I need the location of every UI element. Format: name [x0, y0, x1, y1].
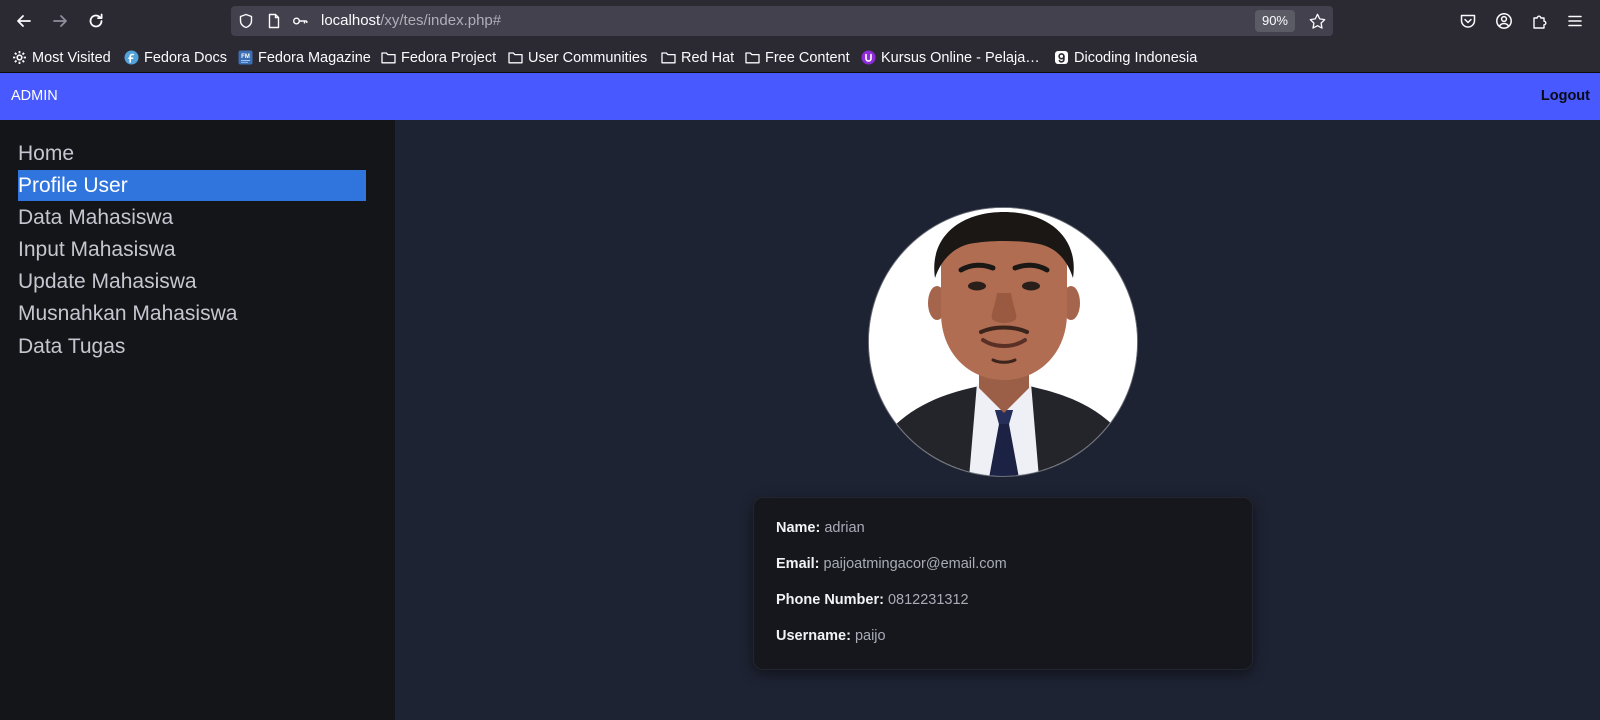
field-label: Phone Number:	[776, 592, 884, 608]
field-label: Username:	[776, 628, 851, 644]
fm-icon: FM	[238, 50, 253, 65]
bookmark-label: Fedora Project	[401, 49, 497, 66]
bookmark-label: Dicoding Indonesia	[1074, 49, 1198, 66]
bookmark-dicoding[interactable]: Dicoding Indonesia	[1054, 48, 1197, 67]
field-value: paijoatmingacor@email.com	[823, 556, 1007, 572]
zoom-indicator[interactable]: 90%	[1254, 10, 1295, 32]
folder-icon	[745, 50, 760, 65]
field-value: 0812231312	[887, 592, 969, 608]
address-bar[interactable]: localhost/xy/tes/index.php# 90%	[231, 6, 1333, 36]
profile-photo	[869, 208, 1137, 476]
sidebar-item-data-mahasiswa[interactable]: Data Mahasiswa	[18, 202, 366, 233]
sidebar-item-musnahkan-mahasiswa[interactable]: Musnahkan Mahasiswa	[18, 298, 366, 329]
extensions-icon[interactable]	[1526, 7, 1554, 35]
sidebar: Home Profile User Data Mahasiswa Input M…	[0, 120, 395, 720]
shield-icon[interactable]	[237, 12, 255, 30]
menu-icon[interactable]	[1561, 7, 1589, 35]
bookmark-most-visited[interactable]: Most Visited	[12, 48, 111, 67]
profile-avatar	[868, 207, 1138, 477]
bookmark-kursus-online[interactable]: Kursus Online - Pelaja…	[861, 48, 1040, 67]
back-icon[interactable]	[10, 7, 38, 35]
fedora-icon	[124, 50, 139, 65]
bookmark-label: Red Hat	[681, 49, 735, 66]
field-value: adrian	[824, 520, 865, 536]
profile-username-row: Username: paijo	[776, 628, 886, 644]
profile-name-row: Name: adrian	[776, 520, 865, 536]
kursus-icon	[861, 50, 876, 65]
forward-icon[interactable]	[46, 7, 74, 35]
dicoding-icon	[1054, 50, 1069, 65]
account-icon[interactable]	[1490, 7, 1518, 35]
main-content: Name: adrian Email: paijoatmingacor@email.…	[395, 120, 1600, 720]
field-label: Name:	[776, 520, 821, 536]
sidebar-item-profile-user[interactable]: Profile User	[18, 170, 366, 201]
bookmark-free-content[interactable]: Free Content	[745, 48, 850, 67]
top-navbar: ADMIN Logout	[0, 73, 1600, 120]
bookmark-label: Most Visited	[32, 49, 111, 66]
field-value: paijo	[854, 628, 886, 644]
bookmark-fedora-magazine[interactable]: FM Fedora Magazine	[238, 48, 371, 67]
sidebar-item-data-tugas[interactable]: Data Tugas	[18, 331, 366, 362]
page-icon[interactable]	[265, 12, 283, 30]
profile-card: Name: adrian Email: paijoatmingacor@email.…	[753, 497, 1253, 670]
key-icon[interactable]	[291, 12, 309, 30]
bookmark-fedora-docs[interactable]: Fedora Docs	[124, 48, 227, 67]
sidebar-item-input-mahasiswa[interactable]: Input Mahasiswa	[18, 234, 366, 265]
field-label: Email:	[776, 556, 820, 572]
bookmarks-bar: Most Visited Fedora Docs FM Fedora Magaz…	[0, 42, 1600, 73]
bookmark-label: Fedora Docs	[144, 49, 228, 66]
folder-icon	[661, 50, 676, 65]
folder-icon	[381, 50, 396, 65]
url-path: /xy/tes/index.php#	[380, 12, 502, 29]
star-icon[interactable]	[1307, 11, 1327, 31]
svg-text:FM: FM	[241, 54, 250, 60]
reload-icon[interactable]	[82, 7, 110, 35]
url-host: localhost	[321, 12, 381, 29]
gear-icon	[12, 50, 27, 65]
bookmark-label: Free Content	[765, 49, 850, 66]
sidebar-item-home[interactable]: Home	[18, 138, 366, 169]
sidebar-item-update-mahasiswa[interactable]: Update Mahasiswa	[18, 266, 366, 297]
logout-link[interactable]: Logout	[1541, 88, 1590, 104]
folder-icon	[508, 50, 523, 65]
brand-label[interactable]: ADMIN	[11, 88, 58, 104]
bookmark-user-communities[interactable]: User Communities	[508, 48, 647, 67]
profile-phone-row: Phone Number: 0812231312	[776, 592, 969, 608]
profile-email-row: Email: paijoatmingacor@email.com	[776, 556, 1007, 572]
bookmark-label: User Communities	[528, 49, 648, 66]
bookmark-red-hat[interactable]: Red Hat	[661, 48, 734, 67]
pocket-icon[interactable]	[1454, 7, 1482, 35]
bookmark-label: Fedora Magazine	[258, 49, 371, 66]
browser-toolbar: localhost/xy/tes/index.php# 90%	[0, 0, 1600, 42]
bookmark-fedora-project[interactable]: Fedora Project	[381, 48, 496, 67]
url-text[interactable]: localhost/xy/tes/index.php#	[321, 12, 501, 30]
bookmark-label: Kursus Online - Pelaja…	[881, 49, 1040, 66]
